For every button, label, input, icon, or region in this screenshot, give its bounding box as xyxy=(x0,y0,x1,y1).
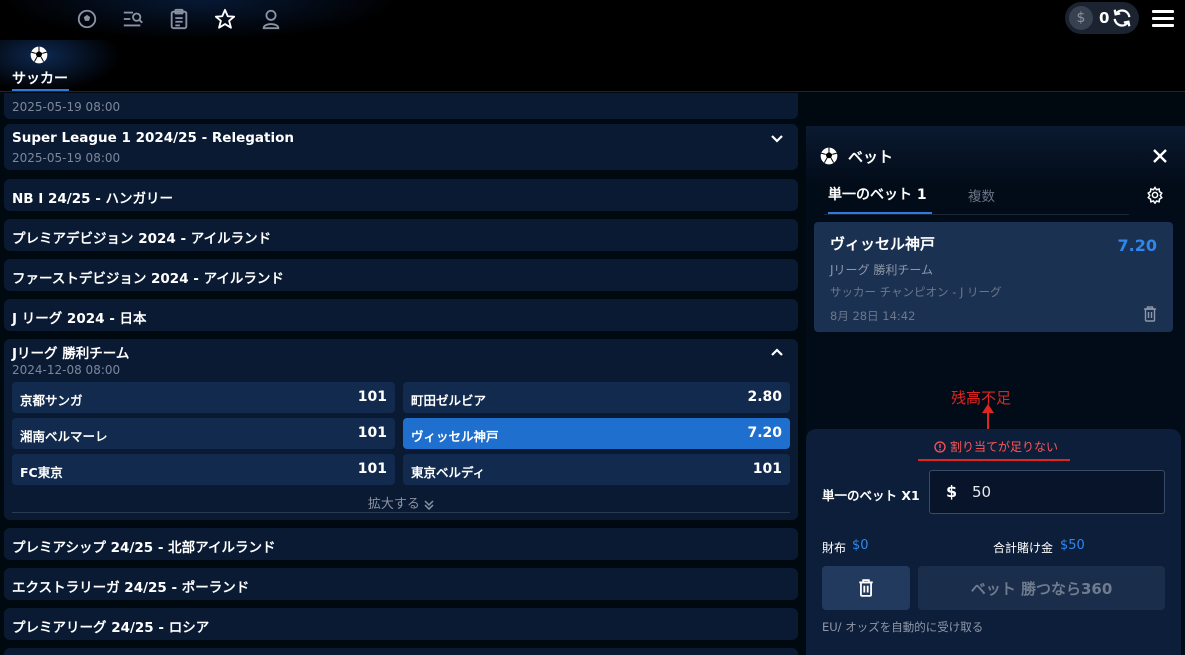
sport-tab-bar: サッカー xyxy=(0,40,1185,92)
market-odds: 101 xyxy=(357,389,387,405)
league-title: プレミアリーグ 24/25 - ロシア xyxy=(12,620,210,636)
stake-value: 50 xyxy=(972,483,992,501)
league-row[interactable]: プレミアデビジョン 2024 - アイルランド xyxy=(4,219,798,251)
delete-button[interactable] xyxy=(822,566,910,610)
league-title: プレミアシップ 24/25 - 北部アイルランド xyxy=(12,540,276,556)
place-bet-button[interactable]: ベット 勝つなら360 xyxy=(918,566,1165,610)
league-title: Jリーグ 勝利チーム xyxy=(12,346,130,362)
tab-single-bet[interactable]: 単一のベット 1 xyxy=(828,184,927,204)
market-odds: 7.20 xyxy=(747,425,782,441)
market-name: 京都サンガ xyxy=(20,393,83,408)
total-amount: 50 xyxy=(1068,538,1085,553)
selection-date: 8月 28日 14:42 xyxy=(830,309,916,323)
market-button[interactable]: 湘南ベルマーレ 101 xyxy=(12,418,395,449)
market-name: ヴィッセル神戸 xyxy=(411,429,499,444)
total-stake-label: 合計賭け金 xyxy=(993,541,1054,555)
hamburger-menu-icon[interactable] xyxy=(1152,10,1174,28)
market-button[interactable]: 京都サンガ 101 xyxy=(12,382,395,413)
market-odds: 101 xyxy=(752,461,782,477)
expand-button[interactable]: 拡大する xyxy=(4,493,798,512)
insufficient-balance-annotation: 残高不足 xyxy=(951,389,1012,407)
tab-multiple-bet[interactable]: 複数 xyxy=(968,185,995,205)
league-row[interactable]: プレミアリーグ 24/25 - ロシア xyxy=(4,608,798,640)
selection-team: ヴィッセル神戸 xyxy=(830,235,936,253)
selection-odds: 7.20 xyxy=(1117,236,1157,255)
league-row[interactable]: プレミアシップ 24/25 - 北部アイルランド xyxy=(4,528,798,560)
close-icon[interactable] xyxy=(1152,148,1168,164)
league-row[interactable]: エクストラリーガ 24/25 - ポーランド xyxy=(4,568,798,600)
league-date: 2024-12-08 08:00 xyxy=(12,363,121,377)
trash-icon xyxy=(859,579,873,597)
wallet-balance: 0 xyxy=(1099,9,1110,27)
market-button-selected[interactable]: ヴィッセル神戸 7.20 xyxy=(403,418,790,449)
bet-slip-title: ベット xyxy=(848,148,894,166)
market-button[interactable]: FC東京 101 xyxy=(12,454,395,485)
soccer-ball-icon[interactable] xyxy=(74,6,100,32)
gear-icon[interactable] xyxy=(1146,186,1164,204)
market-name: 東京ベルディ xyxy=(411,465,486,480)
clipboard-icon[interactable] xyxy=(166,6,192,32)
wallet-label: 財布 xyxy=(822,541,847,555)
expand-label: 拡大する xyxy=(367,497,420,512)
refresh-icon[interactable] xyxy=(1111,7,1133,29)
stake-label: 単一のベット X1 xyxy=(822,488,920,503)
league-title: J リーグ 2024 - 日本 xyxy=(12,311,147,327)
stake-panel: 割り当てが足りない 単一のベット X1 $ 50 財布 $0 合計賭け金 $50… xyxy=(806,429,1181,655)
wallet-widget[interactable]: $ 0 xyxy=(1065,2,1139,34)
league-date: 2025-05-19 08:00 xyxy=(12,151,121,165)
market-button[interactable]: 東京ベルディ 101 xyxy=(403,454,790,485)
alert-circle-icon xyxy=(934,440,946,453)
league-title: NB I 24/25 - ハンガリー xyxy=(12,191,174,207)
league-row[interactable]: 2025-05-19 08:00 xyxy=(4,93,798,119)
dollar-coin-icon: $ xyxy=(1069,6,1093,30)
selection-competition: サッカー チャンピオン - J リーグ xyxy=(830,285,1002,299)
trash-icon[interactable] xyxy=(1143,306,1157,322)
league-row[interactable] xyxy=(4,648,798,655)
stake-input[interactable]: $ 50 xyxy=(929,470,1165,514)
wallet-value: $0 xyxy=(852,538,869,553)
market-name: 町田ゼルビア xyxy=(411,393,487,408)
warning-text: 割り当てが足りない xyxy=(950,440,1059,454)
league-list: 2025-05-19 08:00 Super League 1 2024/25 … xyxy=(4,93,798,655)
wallet-amount: 0 xyxy=(860,538,869,553)
market-button[interactable]: 町田ゼルビア 2.80 xyxy=(403,382,790,413)
dollar-icon: $ xyxy=(946,482,958,501)
league-row[interactable]: Super League 1 2024/25 - Relegation 2025… xyxy=(4,124,798,170)
double-chevron-down-icon xyxy=(424,499,434,510)
top-bar: $ 0 xyxy=(0,0,1185,40)
chevron-up-icon[interactable] xyxy=(770,345,784,359)
soccer-ball-icon xyxy=(30,46,48,64)
bet-selection-card: ヴィッセル神戸 7.20 Jリーグ 勝利チーム サッカー チャンピオン - J … xyxy=(814,222,1173,332)
league-title: Super League 1 2024/25 - Relegation xyxy=(12,130,294,146)
selection-market: Jリーグ 勝利チーム xyxy=(830,263,933,277)
market-odds: 101 xyxy=(357,461,387,477)
market-name: FC東京 xyxy=(20,465,63,480)
total-stake-value: $50 xyxy=(1060,538,1085,553)
search-list-icon[interactable] xyxy=(120,6,146,32)
league-row[interactable]: NB I 24/25 - ハンガリー xyxy=(4,179,798,211)
league-row[interactable]: J リーグ 2024 - 日本 xyxy=(4,299,798,331)
league-title: ファーストデビジョン 2024 - アイルランド xyxy=(12,271,284,287)
market-odds: 101 xyxy=(357,425,387,441)
market-name: 湘南ベルマーレ xyxy=(20,429,108,444)
league-title: エクストラリーガ 24/25 - ポーランド xyxy=(12,580,250,596)
league-row[interactable]: ファーストデビジョン 2024 - アイルランド xyxy=(4,259,798,291)
league-title: プレミアデビジョン 2024 - アイルランド xyxy=(12,231,272,247)
star-icon[interactable] xyxy=(212,6,238,32)
soccer-ball-icon xyxy=(820,147,838,165)
auto-accept-odds[interactable]: EU/ オッズを自動的に受け取る xyxy=(822,619,983,635)
warning-message: 割り当てが足りない xyxy=(934,438,1058,455)
user-icon[interactable] xyxy=(258,6,284,32)
market-odds: 2.80 xyxy=(747,389,782,405)
tab-soccer[interactable]: サッカー xyxy=(12,68,68,88)
chevron-down-icon[interactable] xyxy=(770,132,784,146)
league-row-expanded: Jリーグ 勝利チーム 2024-12-08 08:00 京都サンガ 101 町田ゼ… xyxy=(4,339,798,520)
league-date: 2025-05-19 08:00 xyxy=(12,100,121,114)
